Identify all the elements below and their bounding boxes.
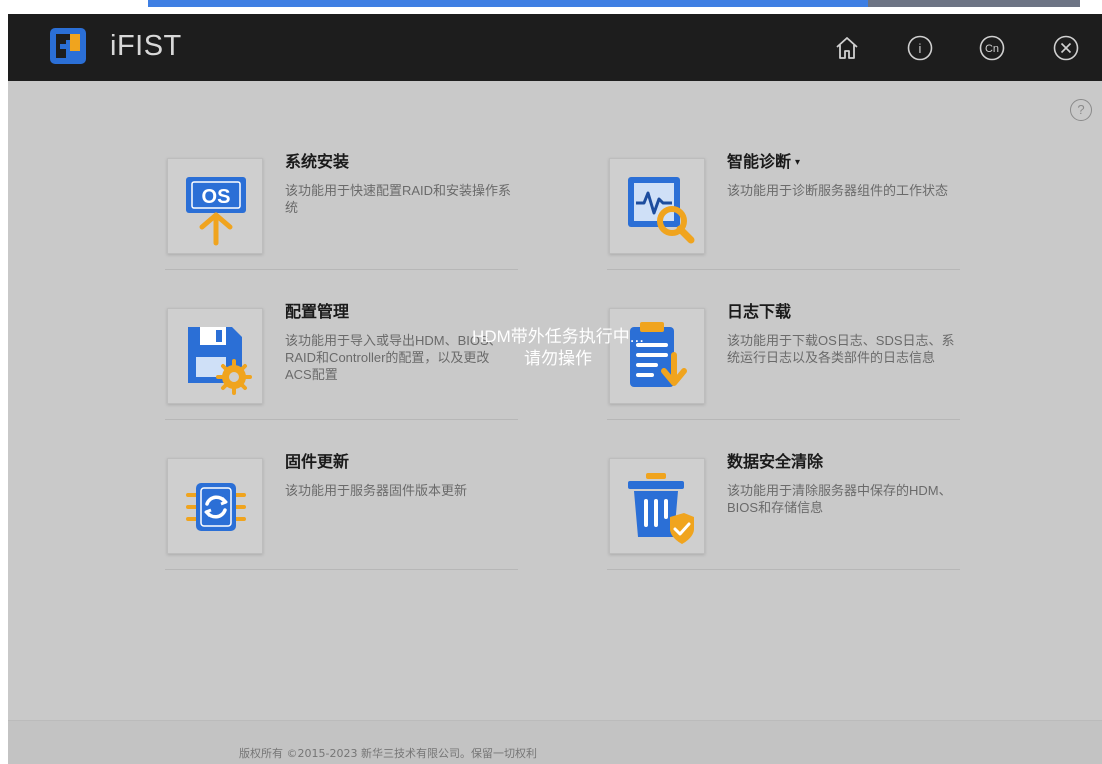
card-description: 该功能用于快速配置RAID和安装操作系统 — [285, 183, 512, 215]
svg-text:OS: OS — [202, 186, 231, 208]
copyright-text: 版权所有 ©2015-2023 新华三技术有限公司。保留一切权利 — [239, 747, 537, 760]
card-title: 配置管理 — [285, 302, 350, 321]
card-data-erase[interactable]: 数据安全清除 该功能用于清除服务器中保存的HDM、BIOS和存储信息 — [607, 448, 960, 584]
card-divider — [165, 269, 518, 270]
card-title: 数据安全清除 — [727, 452, 824, 471]
card-divider — [607, 269, 960, 270]
app-window: iFIST i Cn ? OS 系统安装 该功能用于快速配置RAID和安装操作系… — [8, 14, 1102, 764]
card-description: 该功能用于诊断服务器组件的工作状态 — [727, 183, 949, 198]
card-title: 系统安装 — [285, 152, 350, 171]
svg-text:i: i — [919, 41, 922, 56]
card-divider — [165, 419, 518, 420]
card-divider — [607, 419, 960, 420]
progress-bar-blue — [148, 0, 868, 7]
busy-message-line1: HDM带外任务执行中... — [472, 327, 644, 346]
card-diagnostics[interactable]: 智能诊断 ▾ 该功能用于诊断服务器组件的工作状态 — [607, 148, 960, 284]
busy-message-line2: 请勿操作 — [524, 349, 592, 368]
app-footer: 版权所有 ©2015-2023 新华三技术有限公司。保留一切权利 — [8, 720, 1102, 764]
data-erase-icon — [609, 458, 705, 554]
diagnostics-icon — [609, 158, 705, 254]
close-icon[interactable] — [1051, 33, 1081, 63]
card-title: 固件更新 — [285, 452, 350, 471]
card-title: 日志下载 — [727, 302, 792, 321]
card-divider — [165, 569, 518, 570]
app-header: iFIST i Cn — [8, 14, 1102, 81]
card-description: 该功能用于下载OS日志、SDS日志、系统运行日志以及各类部件的日志信息 — [727, 333, 955, 365]
top-progress-strip — [0, 0, 1102, 10]
home-icon[interactable] — [832, 33, 862, 63]
config-management-icon — [167, 308, 263, 404]
ifist-logo-icon — [50, 28, 86, 64]
firmware-update-icon — [167, 458, 263, 554]
language-icon[interactable]: Cn — [977, 33, 1007, 63]
progress-bar-gray — [868, 0, 1080, 7]
card-firmware-update[interactable]: 固件更新 该功能用于服务器固件版本更新 — [165, 448, 518, 584]
card-divider — [607, 569, 960, 570]
card-os-install[interactable]: OS 系统安装 该功能用于快速配置RAID和安装操作系统 — [165, 148, 518, 284]
app-brand: iFIST — [110, 30, 182, 62]
os-install-icon: OS — [167, 158, 263, 254]
help-icon[interactable]: ? — [1070, 99, 1092, 121]
dropdown-caret-icon[interactable]: ▾ — [795, 157, 800, 168]
svg-text:Cn: Cn — [985, 43, 999, 55]
card-title: 智能诊断 ▾ — [727, 152, 801, 171]
card-description: 该功能用于清除服务器中保存的HDM、BIOS和存储信息 — [727, 483, 952, 515]
card-description: 该功能用于服务器固件版本更新 — [285, 483, 468, 498]
busy-overlay-message: HDM带外任务执行中... 请勿操作 — [438, 326, 678, 370]
info-icon[interactable]: i — [905, 33, 935, 63]
